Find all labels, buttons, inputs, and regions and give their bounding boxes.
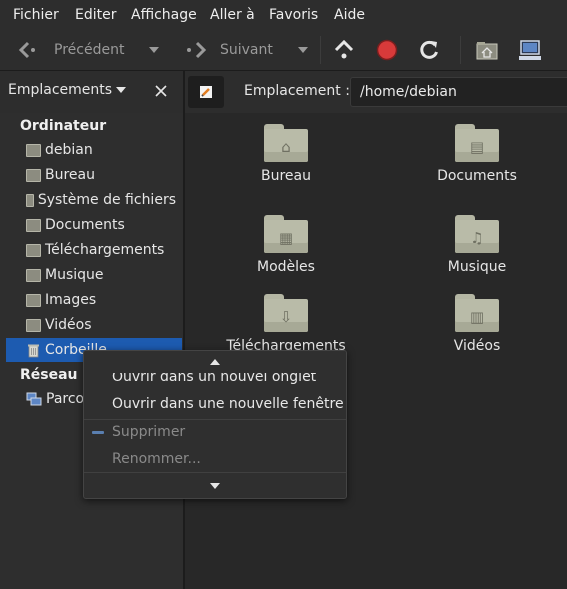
reload-button[interactable] <box>418 30 440 70</box>
back-button[interactable]: Précédent <box>18 30 124 70</box>
music-folder-icon <box>26 268 41 282</box>
location-input[interactable]: /home/debian <box>350 77 567 107</box>
menu-favoris[interactable]: Favoris <box>269 7 318 23</box>
chevron-up-icon <box>210 359 220 365</box>
location-label: Emplacement : <box>244 83 350 99</box>
menu-aide[interactable]: Aide <box>334 7 365 23</box>
stop-icon <box>376 39 398 61</box>
chevron-down-icon <box>298 47 308 53</box>
back-label: Précédent <box>54 42 125 58</box>
sidebar-item-bureau[interactable]: Bureau <box>26 164 176 186</box>
sidebar-title: Emplacements <box>8 82 113 98</box>
sidebar-item-musique[interactable]: Musique <box>26 264 176 286</box>
menu-bar: Fichier Editer Affichage Aller à Favoris… <box>0 0 567 30</box>
sidebar-item-images[interactable]: Images <box>26 289 176 311</box>
videos-folder-icon <box>26 318 41 332</box>
folder-telechargements[interactable]: ⇩ Téléchargements <box>226 294 346 354</box>
back-history-dropdown[interactable] <box>148 30 160 70</box>
sidebar-item-videos[interactable]: Vidéos <box>26 314 176 336</box>
computer-icon <box>519 40 541 60</box>
section-ordinateur: Ordinateur <box>20 118 107 134</box>
edit-icon <box>200 86 212 98</box>
menu-scroll-down[interactable] <box>84 475 346 497</box>
menu-aller-a[interactable]: Aller à <box>210 7 255 23</box>
reload-icon <box>420 40 438 59</box>
up-arrow-icon <box>334 39 354 59</box>
toolbar-separator <box>320 36 321 64</box>
sidebar-item-debian[interactable]: debian <box>26 139 176 161</box>
folder-musique[interactable]: ♫ Musique <box>417 215 537 275</box>
menu-item-open-in-new-window[interactable]: Ouvrir dans une nouvelle fenêtre <box>112 396 344 412</box>
music-folder-icon: ♫ <box>455 215 499 253</box>
templates-folder-icon: ▦ <box>264 215 308 253</box>
home-button[interactable] <box>476 30 498 70</box>
folder-bureau[interactable]: ⌂ Bureau <box>226 124 346 184</box>
location-path: /home/debian <box>360 84 457 100</box>
menu-item-renommer[interactable]: Renommer... <box>112 451 201 467</box>
close-sidebar-button[interactable] <box>153 80 169 100</box>
chevron-down-icon <box>116 87 127 93</box>
network-icon <box>26 392 42 405</box>
forward-label: Suivant <box>220 42 273 58</box>
desktop-folder-icon <box>26 168 41 182</box>
menu-editer[interactable]: Editer <box>75 7 116 23</box>
desktop-folder-icon: ⌂ <box>264 124 308 162</box>
download-folder-icon <box>26 243 41 257</box>
context-menu: Ouvrir dans un nouvel onglet Ouvrir dans… <box>83 350 347 499</box>
sidebar-item-telechargements[interactable]: Téléchargements <box>26 239 176 261</box>
close-icon <box>155 85 167 97</box>
home-folder-icon <box>476 42 498 60</box>
toolbar-separator <box>460 36 461 64</box>
menu-fichier[interactable]: Fichier <box>13 7 59 23</box>
folder-modeles[interactable]: ▦ Modèles <box>226 215 346 275</box>
trash-icon <box>28 344 39 357</box>
pane-divider <box>183 71 185 113</box>
forward-arrow-icon <box>187 41 207 59</box>
videos-folder-icon: ▥ <box>455 294 499 332</box>
stop-button[interactable] <box>376 30 398 70</box>
menu-separator <box>84 472 346 473</box>
download-folder-icon: ⇩ <box>264 294 308 332</box>
back-arrow-icon <box>18 41 35 59</box>
documents-folder-icon <box>26 218 41 232</box>
menu-scroll-up[interactable] <box>84 351 346 373</box>
location-bar: Emplacements Emplacement : /home/debian <box>0 71 567 114</box>
folder-videos[interactable]: ▥ Vidéos <box>417 294 537 354</box>
menu-separator <box>84 419 346 420</box>
menu-item-supprimer[interactable]: Supprimer <box>112 424 185 440</box>
computer-button[interactable] <box>518 30 542 70</box>
forward-button[interactable]: Suivant <box>185 30 273 70</box>
menu-affichage[interactable]: Affichage <box>131 7 197 23</box>
section-reseau: Réseau <box>20 367 78 383</box>
delete-icon <box>92 431 104 434</box>
sidebar-selector[interactable]: Emplacements <box>8 82 127 98</box>
sidebar-item-systeme-de-fichiers[interactable]: Système de fichiers <box>26 189 176 211</box>
pictures-folder-icon <box>26 293 41 307</box>
up-button[interactable] <box>333 30 355 70</box>
toggle-location-entry-button[interactable] <box>188 76 224 108</box>
folder-documents[interactable]: ▤ Documents <box>417 124 537 184</box>
toolbar: Précédent Suivant <box>0 30 567 71</box>
forward-history-dropdown[interactable] <box>297 30 309 70</box>
sidebar-item-documents[interactable]: Documents <box>26 214 176 236</box>
chevron-down-icon <box>210 483 220 489</box>
documents-folder-icon: ▤ <box>455 124 499 162</box>
drive-icon <box>26 193 34 207</box>
chevron-down-icon <box>149 47 159 53</box>
home-folder-icon <box>26 143 41 157</box>
